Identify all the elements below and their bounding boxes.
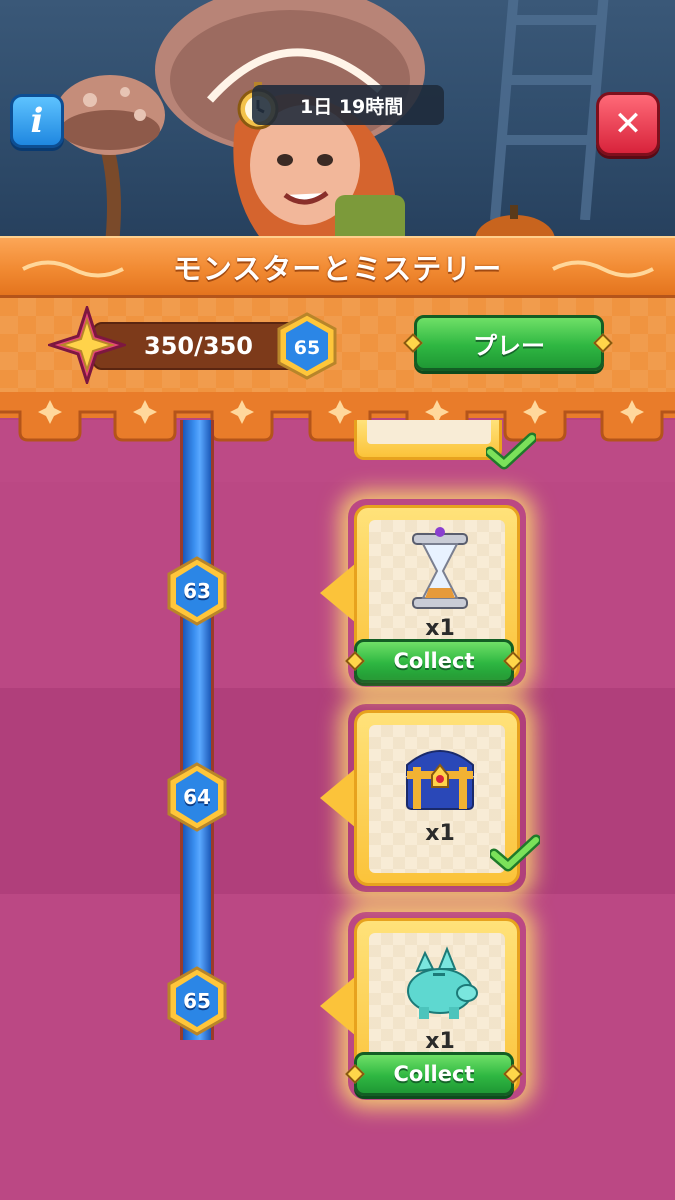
level-number: 65 xyxy=(183,989,211,1013)
level-number: 64 xyxy=(183,785,211,809)
collect-button[interactable]: Collect xyxy=(354,639,514,683)
treasure-chest-icon xyxy=(406,750,474,810)
reward-quantity: x1 xyxy=(425,616,455,641)
card-pointer xyxy=(320,563,356,623)
close-icon: ✕ xyxy=(613,104,643,144)
level-number: 63 xyxy=(183,579,211,603)
event-points-text: 350/350 xyxy=(144,332,253,360)
reward-card-65: x1 Collect xyxy=(318,918,533,1108)
reward-card-63: x1 Collect xyxy=(318,505,533,695)
title-bar: モンスターとミステリー xyxy=(0,236,675,298)
flourish-left-icon xyxy=(22,260,124,278)
level-node-63: 63 xyxy=(166,556,228,626)
level-node-64: 64 xyxy=(166,762,228,832)
info-button[interactable]: i xyxy=(10,94,64,148)
play-button[interactable]: プレー xyxy=(414,315,604,371)
info-icon: i xyxy=(30,101,44,141)
collect-button[interactable]: Collect xyxy=(354,1052,514,1096)
event-timer: 1日 19時間 xyxy=(252,85,444,125)
play-button-label: プレー xyxy=(473,331,545,360)
close-button[interactable]: ✕ xyxy=(596,92,660,156)
card-pointer xyxy=(320,768,356,828)
event-timer-text: 1日 19時間 xyxy=(300,95,404,118)
previous-reward-card-inner xyxy=(367,420,491,444)
card-pointer xyxy=(320,976,356,1036)
level-node-65: 65 xyxy=(166,966,228,1036)
flourish-right-icon xyxy=(552,260,654,278)
collect-button-label: Collect xyxy=(393,649,475,673)
progress-track xyxy=(180,420,214,1040)
crystal-piggy-bank-icon xyxy=(407,946,478,1019)
hourglass-icon xyxy=(412,527,468,609)
collect-button-label: Collect xyxy=(393,1062,475,1086)
event-star-icon xyxy=(48,306,126,384)
event-hero-art xyxy=(0,0,675,250)
previous-reward-card xyxy=(354,420,502,460)
reward-card-64: x1 xyxy=(318,710,540,900)
current-level-number: 65 xyxy=(294,337,320,359)
panel-scalloped-edge xyxy=(0,392,675,442)
reward-quantity: x1 xyxy=(425,1029,455,1054)
event-title: モンスターとミステリー xyxy=(172,251,503,286)
current-level-badge: 65 xyxy=(277,312,337,380)
claimed-check-icon xyxy=(490,834,540,872)
claimed-check-icon xyxy=(486,432,536,470)
